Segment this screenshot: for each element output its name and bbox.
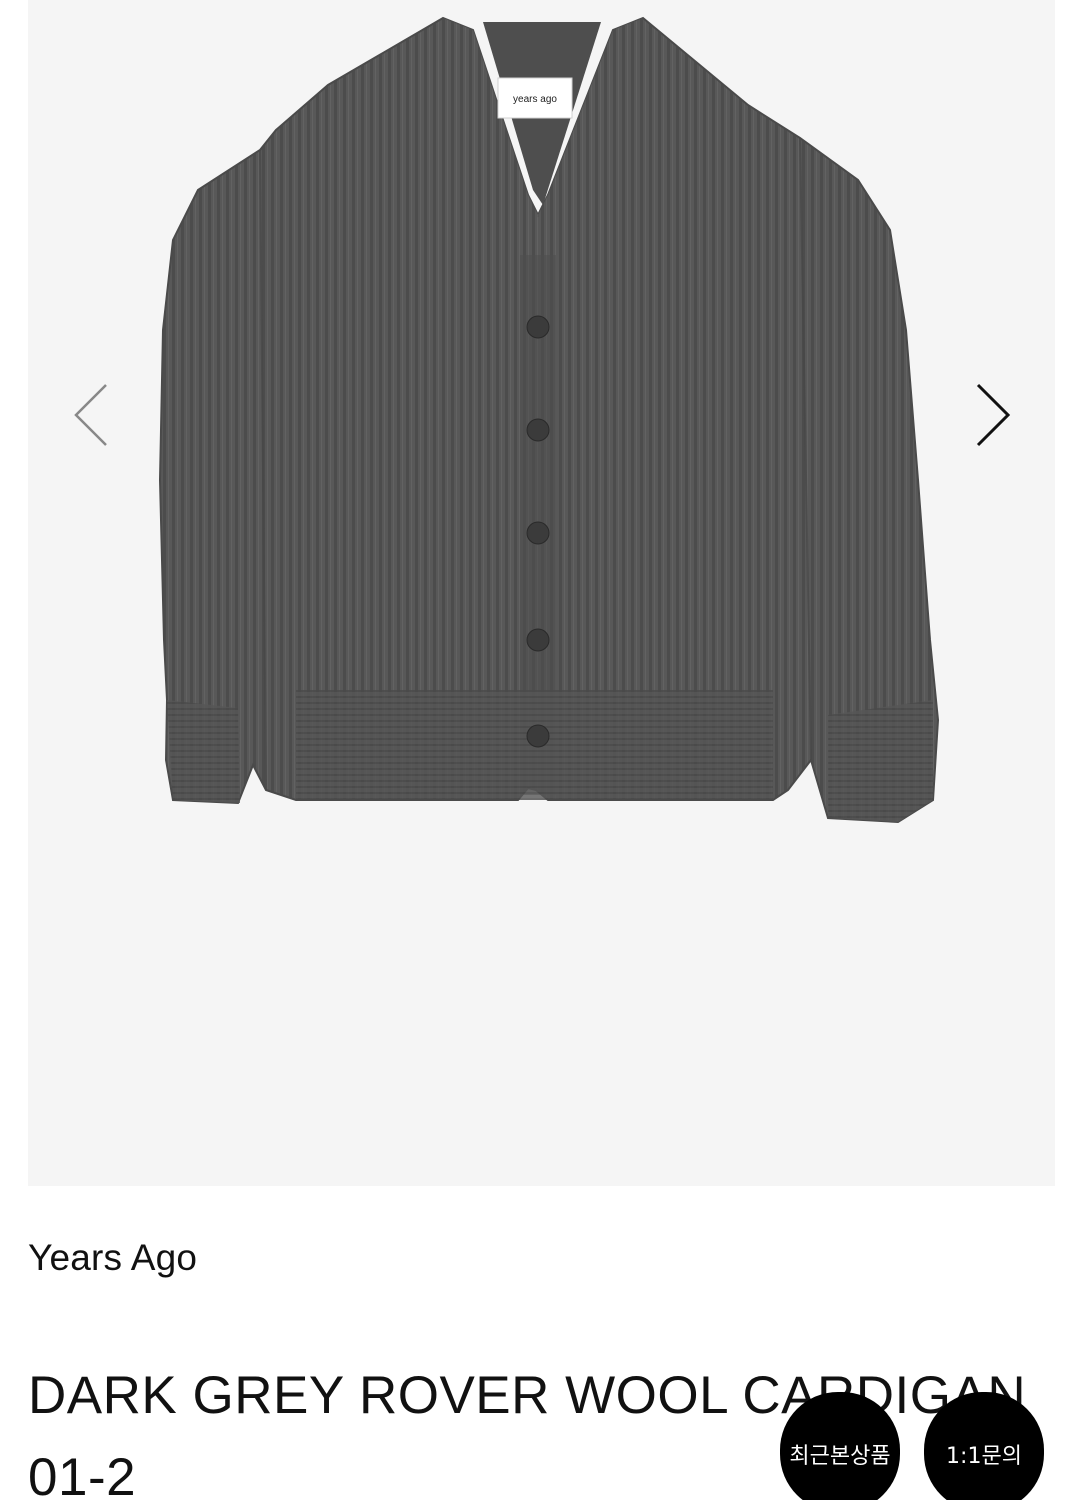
gallery-prev-button[interactable] (70, 380, 120, 450)
gallery-next-button[interactable] (968, 380, 1018, 450)
product-gallery[interactable]: years ago (28, 0, 1055, 1186)
chevron-left-icon (74, 384, 107, 446)
brand-name[interactable]: Years Ago (28, 1237, 197, 1279)
product-image: years ago (158, 16, 940, 824)
product-page: years ago Years Ago DARK GREY ROVER WOOL… (0, 0, 1083, 1500)
neck-label-text: years ago (513, 94, 557, 105)
recent-items-button[interactable]: 최근본상품 (780, 1392, 900, 1500)
product-title: DARK GREY ROVER WOOL CARDIGAN 01-2 (28, 1366, 1027, 1500)
chevron-right-icon (976, 383, 1011, 447)
inquiry-button[interactable]: 1:1문의 (924, 1392, 1044, 1500)
